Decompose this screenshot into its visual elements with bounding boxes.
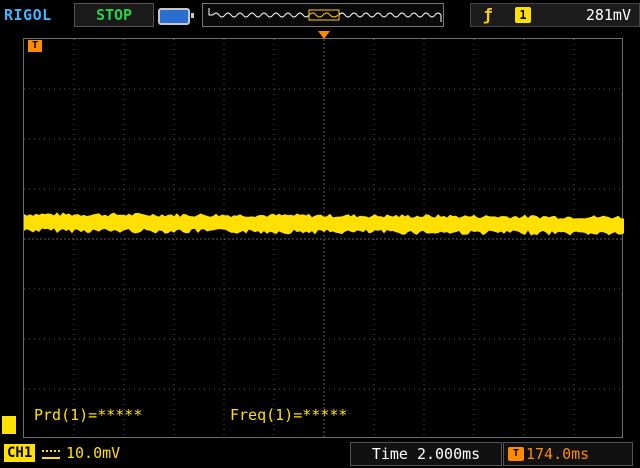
rising-edge-icon: ƒ <box>483 5 493 24</box>
channel-badge[interactable]: CH1 <box>4 444 36 462</box>
dc-coupling-icon <box>42 447 60 459</box>
trigger-level: 281mV <box>585 6 631 24</box>
period-measurement: Prd(1)=***** <box>34 406 143 424</box>
time-base[interactable]: Time 2.000ms <box>350 442 502 466</box>
graticule <box>24 39 624 439</box>
brand-logo: RIGOL <box>4 6 52 24</box>
trigger-offset-icon: T <box>508 447 524 461</box>
vertical-scale[interactable]: 10.0mV <box>66 444 120 462</box>
trigger-offset-value: 174.0ms <box>526 445 590 463</box>
trigger-level-marker-icon[interactable]: T <box>28 40 42 52</box>
bottom-status-bar: CH1 10.0mV Time 2.000ms T 174.0ms <box>0 440 640 468</box>
overview-wave-right <box>338 12 442 18</box>
trigger-panel[interactable]: ƒ 1 281mV <box>470 3 640 27</box>
waveform-display <box>23 38 624 439</box>
frequency-measurement: Freq(1)=***** <box>230 406 348 424</box>
ch1-ground-marker-icon[interactable] <box>2 416 16 434</box>
run-stop-status[interactable]: STOP <box>74 3 154 27</box>
battery-icon <box>158 8 194 25</box>
waveform-overview-icon <box>208 8 442 22</box>
top-status-bar: RIGOL STOP ƒ 1 281mV <box>0 0 640 30</box>
trigger-source-badge: 1 <box>515 7 531 23</box>
memory-depth-overview[interactable] <box>202 3 444 27</box>
overview-wave-left <box>212 12 310 18</box>
trigger-offset-box[interactable]: T 174.0ms <box>503 442 633 466</box>
